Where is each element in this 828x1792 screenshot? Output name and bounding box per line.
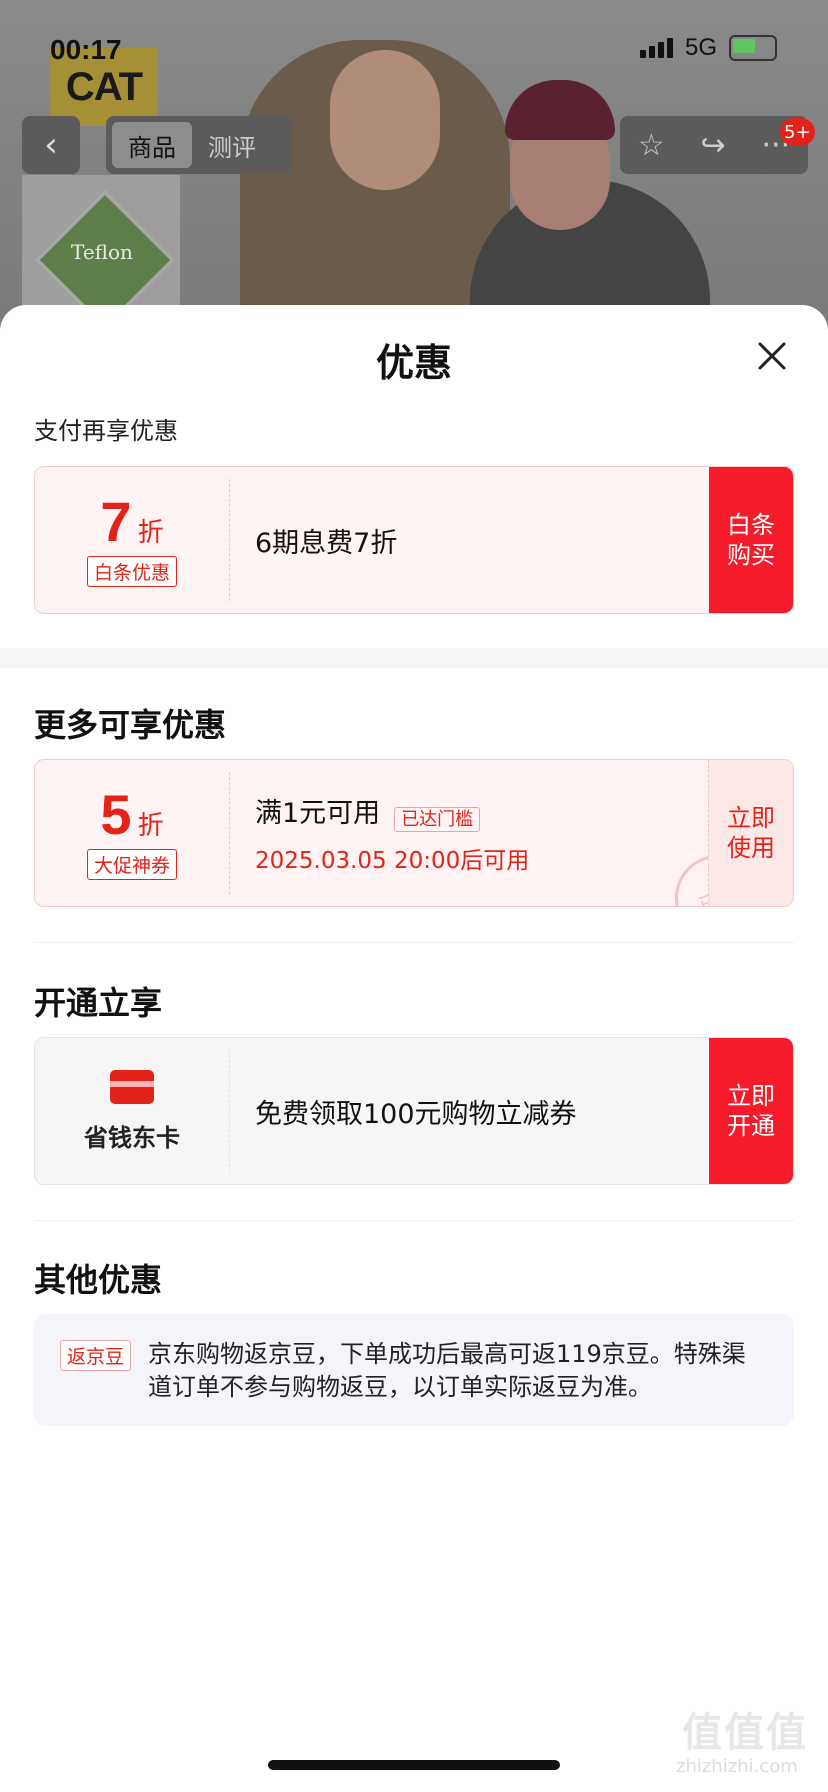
battery-icon <box>729 35 778 61</box>
share-icon[interactable]: ↪ <box>701 128 726 163</box>
baitiao-buy-button[interactable]: 白条 购买 <box>709 467 793 613</box>
pay-section-title: 支付再享优惠 <box>34 417 178 445</box>
coupon-description: 6期息费7折 <box>255 527 398 559</box>
credit-card-icon <box>110 1069 154 1104</box>
open-now-button[interactable]: 立即 开通 <box>709 1038 793 1184</box>
action-line-2: 开通 <box>727 1112 775 1140</box>
teflon-label: Teflon <box>71 240 133 264</box>
coupon-tag: 大促神券 <box>86 848 177 880</box>
saving-card-block: 省钱东卡 <box>35 1038 229 1184</box>
coupon-divider <box>229 1050 230 1172</box>
promo-coupon[interactable]: 5 折 大促神券 满1元可用已达门槛 2025.03.05 20:00后可用 已… <box>34 759 794 907</box>
discount-value: 7 <box>100 489 132 553</box>
discount-unit: 折 <box>137 517 164 548</box>
model-man-face <box>330 50 440 190</box>
discount-value: 5 <box>100 782 132 846</box>
section-gap <box>0 648 828 668</box>
watermark-url: zhizhizhi.com <box>676 1756 798 1777</box>
offer-description: 免费领取100元购物立减券 <box>255 1098 577 1130</box>
coupon-tag: 白条优惠 <box>86 555 177 587</box>
sheet-title: 优惠 <box>375 341 452 385</box>
coupon-valid-time: 2025.03.05 20:00后可用 <box>255 847 530 874</box>
top-actions: ☆ ↪ ··· <box>620 116 808 174</box>
tab-review[interactable]: 测评 <box>192 122 272 168</box>
close-icon[interactable] <box>752 336 792 376</box>
coupon-divider <box>229 772 230 894</box>
action-line-1: 立即 <box>727 1082 775 1110</box>
status-indicators: 5G <box>640 34 778 62</box>
action-line-1: 白条 <box>727 511 775 539</box>
page-tabs: 商品 测评 <box>106 116 292 174</box>
message-badge: 5+ <box>780 118 815 146</box>
saving-card-label: 省钱东卡 <box>84 1123 180 1152</box>
signal-icon <box>640 38 673 58</box>
other-section-title: 其他优惠 <box>34 1261 163 1299</box>
use-now-button[interactable]: 立即 使用 <box>708 760 793 906</box>
open-section-title: 开通立享 <box>34 984 163 1022</box>
divider <box>34 942 794 943</box>
watermark-logo: 值值值 <box>682 1710 808 1756</box>
action-line-1: 立即 <box>727 804 775 832</box>
network-label: 5G <box>685 34 718 61</box>
threshold-reached-tag: 已达门槛 <box>394 806 481 832</box>
action-line-2: 购买 <box>727 541 775 569</box>
saving-card-offer[interactable]: 省钱东卡 免费领取100元购物立减券 立即 开通 <box>34 1037 794 1185</box>
coupon-description: 满1元可用 <box>255 798 381 830</box>
more-section-title: 更多可享优惠 <box>34 706 227 744</box>
coupon-discount-block: 7 折 白条优惠 <box>35 467 229 613</box>
jingdou-rebate-info: 返京豆 京东购物返京豆，下单成功后最高可返119京豆。特殊渠道订单不参与购物返豆… <box>34 1314 794 1426</box>
coupon-discount-block: 5 折 大促神券 <box>35 760 229 906</box>
star-icon[interactable]: ☆ <box>638 128 665 163</box>
home-indicator[interactable] <box>268 1760 560 1770</box>
rebate-tag: 返京豆 <box>60 1340 132 1371</box>
rebate-description: 京东购物返京豆，下单成功后最高可返119京豆。特殊渠道订单不参与购物返豆，以订单… <box>148 1340 746 1401</box>
divider <box>34 1220 794 1221</box>
coupon-divider <box>229 479 230 601</box>
discount-unit: 折 <box>137 810 164 841</box>
action-line-2: 使用 <box>727 834 775 862</box>
back-button[interactable]: ‹ <box>22 116 80 174</box>
chevron-left-icon: ‹ <box>44 125 58 165</box>
status-time: 00:17 <box>50 34 122 65</box>
baitiao-coupon[interactable]: 7 折 白条优惠 6期息费7折 白条 购买 <box>34 466 794 614</box>
tab-product[interactable]: 商品 <box>112 122 192 168</box>
